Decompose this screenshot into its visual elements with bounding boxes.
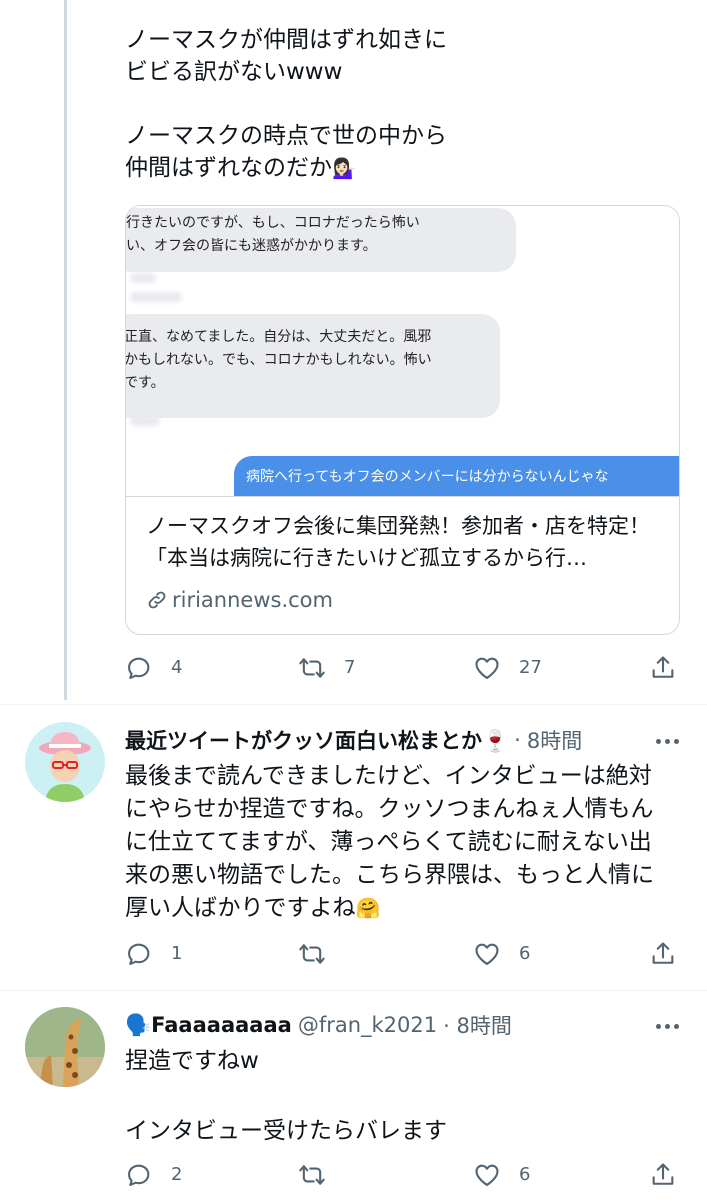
like-icon: [475, 1164, 499, 1186]
tweet-divider: [0, 990, 707, 991]
avatar[interactable]: [25, 722, 105, 802]
tweet-header: 最近ツイートがクッソ面白い松まとか🍷 · 8時間: [125, 724, 582, 756]
share-button[interactable]: [649, 940, 677, 968]
share-icon: [652, 1163, 674, 1185]
tweet-header: 🗣️Faaaaaaaaa @fran_k2021 · 8時間: [125, 1009, 512, 1041]
reply-button[interactable]: 1: [125, 940, 182, 968]
like-icon: [475, 657, 499, 679]
handle[interactable]: ·: [514, 728, 521, 752]
retweet-button[interactable]: 7: [298, 654, 355, 682]
share-button[interactable]: [649, 1161, 677, 1189]
avatar-illustration: [25, 722, 105, 802]
like-count: 27: [519, 657, 542, 678]
more-button[interactable]: [652, 1011, 682, 1041]
reply-count: 1: [171, 943, 183, 964]
tweet-body: ノーマスクが仲間はずれ如きに ビビる訳がないwww ノーマスクの時点で世の中から…: [125, 27, 447, 181]
avatar[interactable]: [25, 1007, 105, 1087]
card-domain: ririannews.com: [146, 586, 333, 614]
like-button[interactable]: 27: [473, 654, 542, 682]
reply-button[interactable]: 4: [125, 654, 182, 682]
emoji: 🤗: [355, 896, 381, 920]
more-icon: [654, 1023, 681, 1029]
handle[interactable]: @fran_k2021: [298, 1013, 437, 1037]
more-button[interactable]: [652, 726, 682, 756]
tweet-text: 捏造ですねw インタビュー受けたらバレます: [125, 1044, 670, 1149]
more-icon: [654, 738, 681, 744]
link-card[interactable]: 行きたいのですが、もし、コロナだったら怖い い、オフ会の皆にも迷惑がかかります。…: [125, 205, 680, 635]
reply-button[interactable]: 2: [125, 1161, 182, 1189]
retweet-icon: [299, 658, 325, 678]
tweet-actions: 2 6: [125, 1161, 685, 1195]
retweet-icon: [299, 944, 325, 964]
tweet-body: 最後まで読んできましたけど、インタビューは絶対にやらせか捏造ですね。クッソつまん…: [125, 763, 654, 921]
retweet-button[interactable]: [298, 940, 344, 968]
blurred-text: [130, 273, 156, 283]
reply-icon: [128, 943, 150, 965]
reply-icon: [128, 657, 150, 679]
chat-bubble: 病院へ行ってもオフ会のメンバーには分からないんじゃな: [234, 456, 679, 496]
blurred-text: [130, 416, 160, 426]
share-button[interactable]: [649, 654, 677, 682]
display-name[interactable]: 最近ツイートがクッソ面白い松まとか🍷: [125, 725, 508, 755]
like-button[interactable]: 6: [473, 940, 530, 968]
like-button[interactable]: 6: [473, 1161, 530, 1189]
timestamp[interactable]: · 8時間: [443, 1010, 512, 1040]
thread-line: [64, 0, 67, 700]
tweet-divider: [0, 704, 707, 705]
timestamp[interactable]: 8時間: [527, 725, 582, 755]
tweet-actions: 1 6: [125, 940, 685, 974]
card-title: ノーマスクオフ会後に集団発熱！参加者・店を特定！「本当は病院に行きたいけど孤立す…: [146, 514, 650, 570]
chat-bubble: 正直、なめてました。自分は、大丈夫だと。風邪 かもしれない。でも、コロナかもしれ…: [126, 314, 500, 418]
tweet-text: ノーマスクが仲間はずれ如きに ビビる訳がないwww ノーマスクの時点で世の中から…: [125, 24, 665, 184]
like-icon: [475, 943, 499, 965]
tweet-text: 最後まで読んできましたけど、インタビューは絶対にやらせか捏造ですね。クッソつまん…: [125, 760, 670, 925]
card-domain-text: ririannews.com: [172, 588, 333, 612]
display-name[interactable]: 🗣️Faaaaaaaaa: [125, 1013, 292, 1038]
tweet-actions: 4 7 27: [125, 654, 685, 688]
share-icon: [652, 942, 674, 964]
card-image: 行きたいのですが、もし、コロナだったら怖い い、オフ会の皆にも迷惑がかかります。…: [126, 206, 679, 496]
retweet-count: 7: [344, 657, 356, 678]
card-divider: [126, 496, 679, 497]
retweet-icon: [299, 1165, 325, 1185]
chat-bubble: 行きたいのですが、もし、コロナだったら怖い い、オフ会の皆にも迷惑がかかります。: [126, 208, 516, 272]
reply-icon: [128, 1164, 150, 1186]
link-icon: [148, 591, 166, 609]
retweet-button[interactable]: [298, 1161, 344, 1189]
tweet-body: 捏造ですねw インタビュー受けたらバレます: [125, 1048, 447, 1144]
reply-count: 2: [171, 1164, 183, 1185]
reply-count: 4: [171, 657, 183, 678]
share-icon: [652, 656, 674, 678]
like-count: 6: [519, 943, 531, 964]
emoji: 💁🏻‍♀️: [332, 156, 357, 180]
avatar-illustration: [25, 1007, 105, 1087]
like-count: 6: [519, 1164, 531, 1185]
blurred-text: [130, 292, 182, 302]
